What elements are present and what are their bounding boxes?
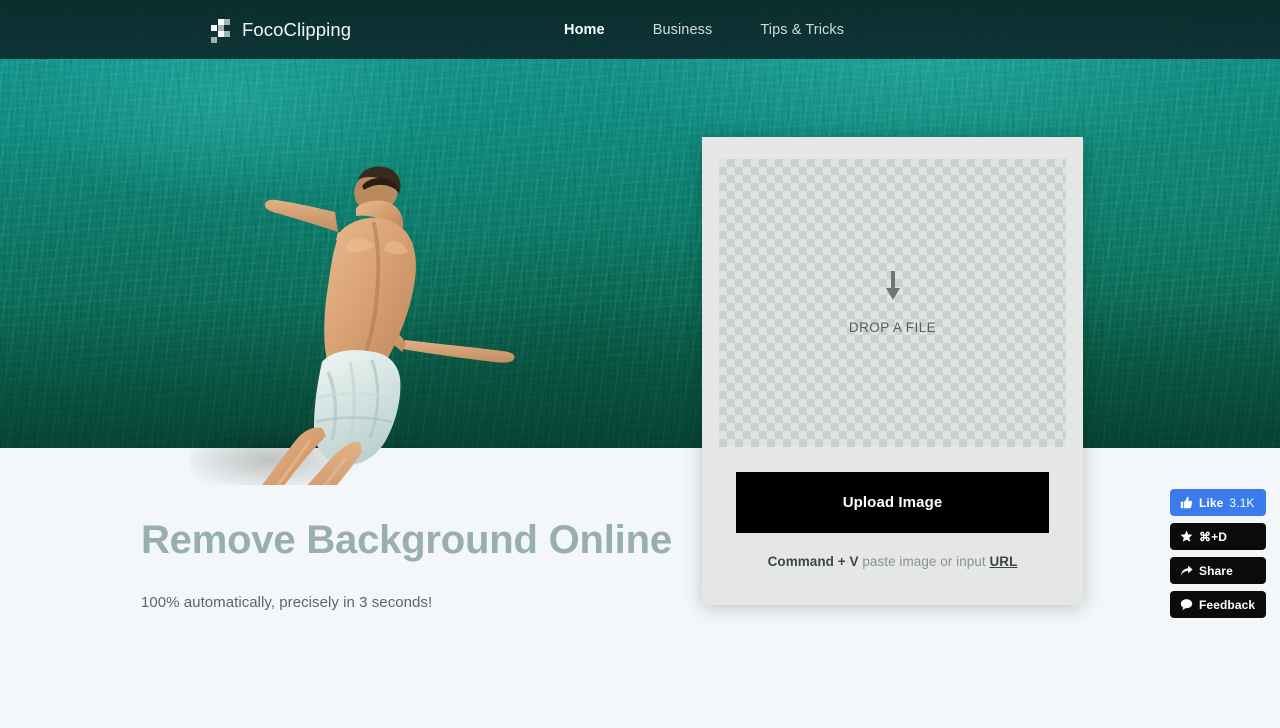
thumbs-up-icon bbox=[1179, 496, 1193, 510]
share-button-label: Share bbox=[1199, 563, 1233, 578]
page-headline: Remove Background Online bbox=[141, 518, 672, 562]
bookmark-button[interactable]: ⌘+D bbox=[1170, 523, 1266, 550]
share-arrow-icon bbox=[1179, 564, 1193, 578]
checkerboard-logo-icon bbox=[211, 18, 231, 43]
diver-figure bbox=[190, 140, 530, 485]
upload-image-button[interactable]: Upload Image bbox=[736, 472, 1049, 533]
like-button[interactable]: Like 3.1K bbox=[1170, 489, 1266, 516]
main-navigation: Home Business Tips & Tricks bbox=[540, 0, 868, 59]
file-dropzone[interactable]: DROP A FILE bbox=[719, 159, 1066, 447]
nav-item-tips-tricks[interactable]: Tips & Tricks bbox=[736, 22, 868, 38]
page-subheadline: 100% automatically, precisely in 3 secon… bbox=[141, 594, 433, 611]
social-share-widget: Like 3.1K ⌘+D Share Feedback bbox=[1170, 489, 1266, 618]
url-input-link[interactable]: URL bbox=[989, 554, 1017, 569]
feedback-button[interactable]: Feedback bbox=[1170, 591, 1266, 618]
like-count: 3.1K bbox=[1229, 495, 1255, 510]
like-button-label: Like bbox=[1199, 495, 1224, 510]
bookmark-shortcut-label: ⌘+D bbox=[1199, 529, 1227, 544]
brand-logo-link[interactable]: FocoClipping bbox=[211, 0, 351, 59]
upload-card: DROP A FILE Upload Image Command + V pas… bbox=[702, 137, 1083, 605]
brand-name: FocoClipping bbox=[242, 18, 352, 40]
paste-shortcut-text: Command + V bbox=[767, 554, 859, 569]
feedback-button-label: Feedback bbox=[1199, 597, 1256, 612]
download-arrow-icon bbox=[885, 271, 901, 301]
share-button[interactable]: Share bbox=[1170, 557, 1266, 584]
speech-bubble-icon bbox=[1179, 598, 1193, 612]
nav-item-business[interactable]: Business bbox=[629, 22, 737, 38]
dropzone-label: DROP A FILE bbox=[848, 320, 937, 335]
paste-hint: Command + V paste image or input URL bbox=[719, 554, 1066, 569]
page-root: FocoClipping Home Business Tips & Tricks… bbox=[0, 0, 1280, 728]
nav-item-home[interactable]: Home bbox=[540, 22, 629, 38]
paste-hint-middle-text: paste image or input bbox=[858, 554, 990, 569]
star-icon bbox=[1179, 530, 1193, 544]
site-header: FocoClipping Home Business Tips & Tricks bbox=[0, 0, 1280, 59]
